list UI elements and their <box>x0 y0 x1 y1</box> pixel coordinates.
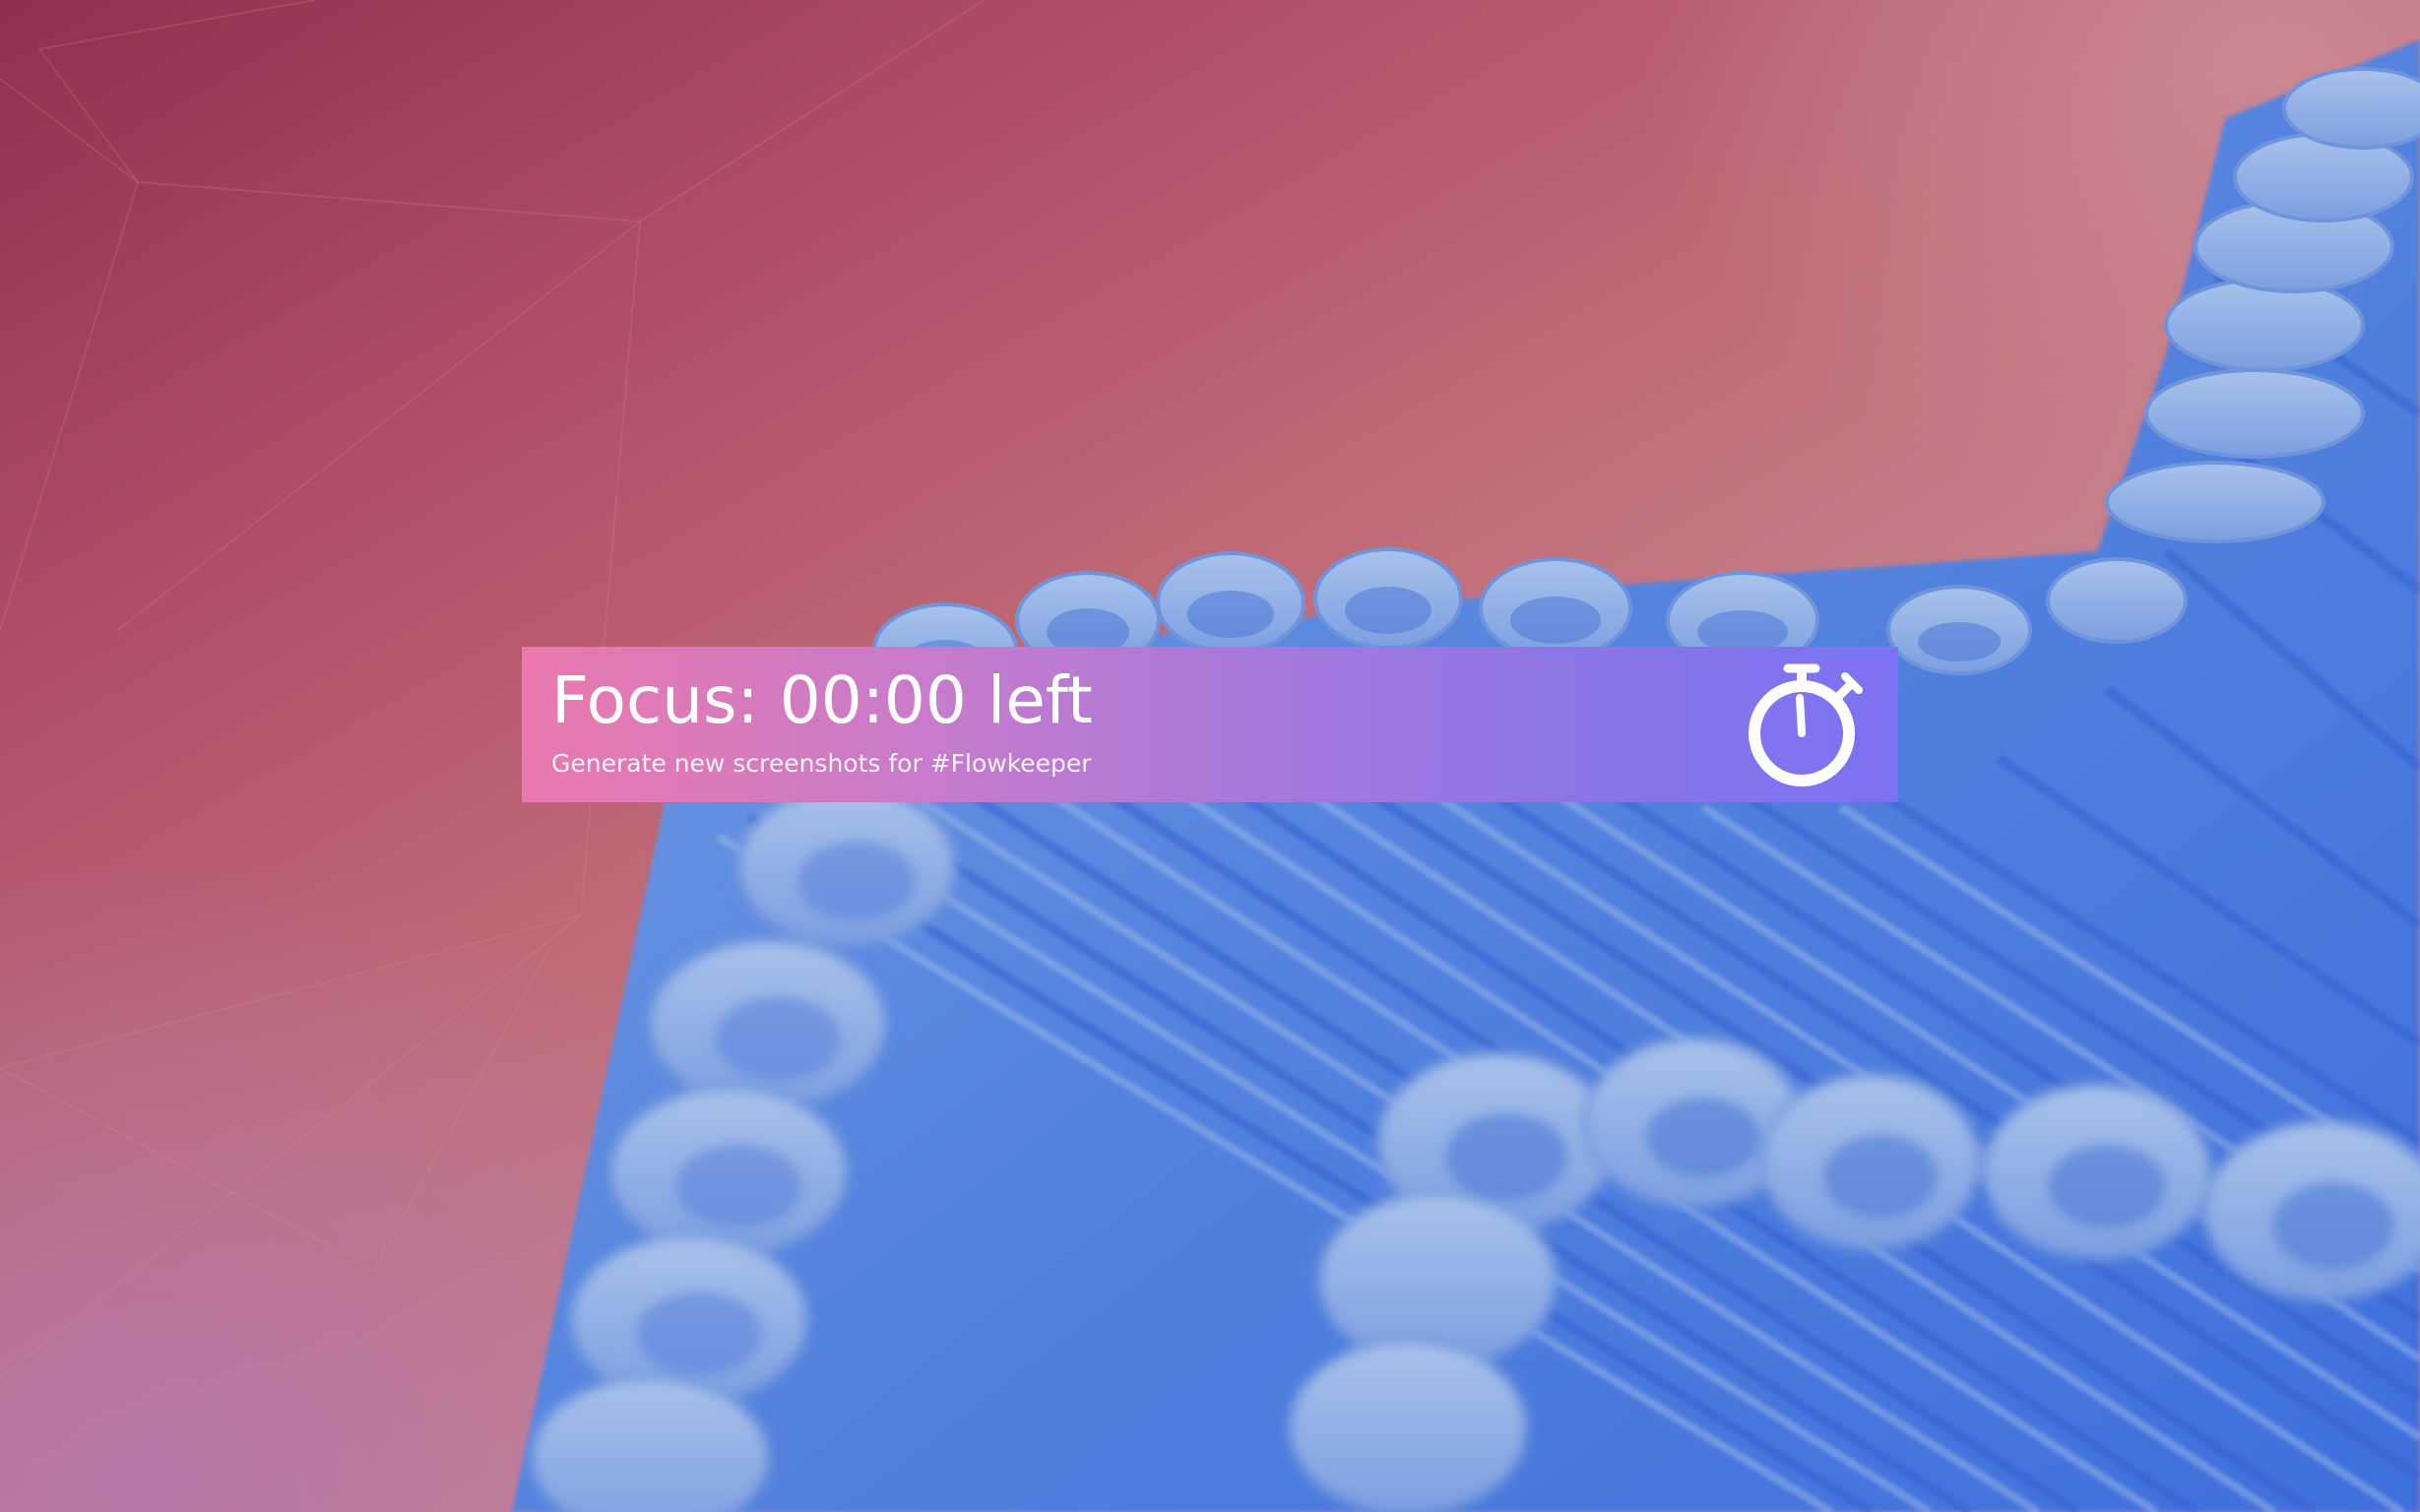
timer-subtitle: Generate new screenshots for #Flowkeeper <box>551 749 1092 778</box>
desktop: Focus: 00:00 left Generate new screensho… <box>0 0 2420 1512</box>
timer-title: Focus: 00:00 left <box>551 662 1093 738</box>
stopwatch-icon[interactable] <box>1747 661 1869 788</box>
focus-timer-widget[interactable]: Focus: 00:00 left Generate new screensho… <box>522 647 1898 802</box>
